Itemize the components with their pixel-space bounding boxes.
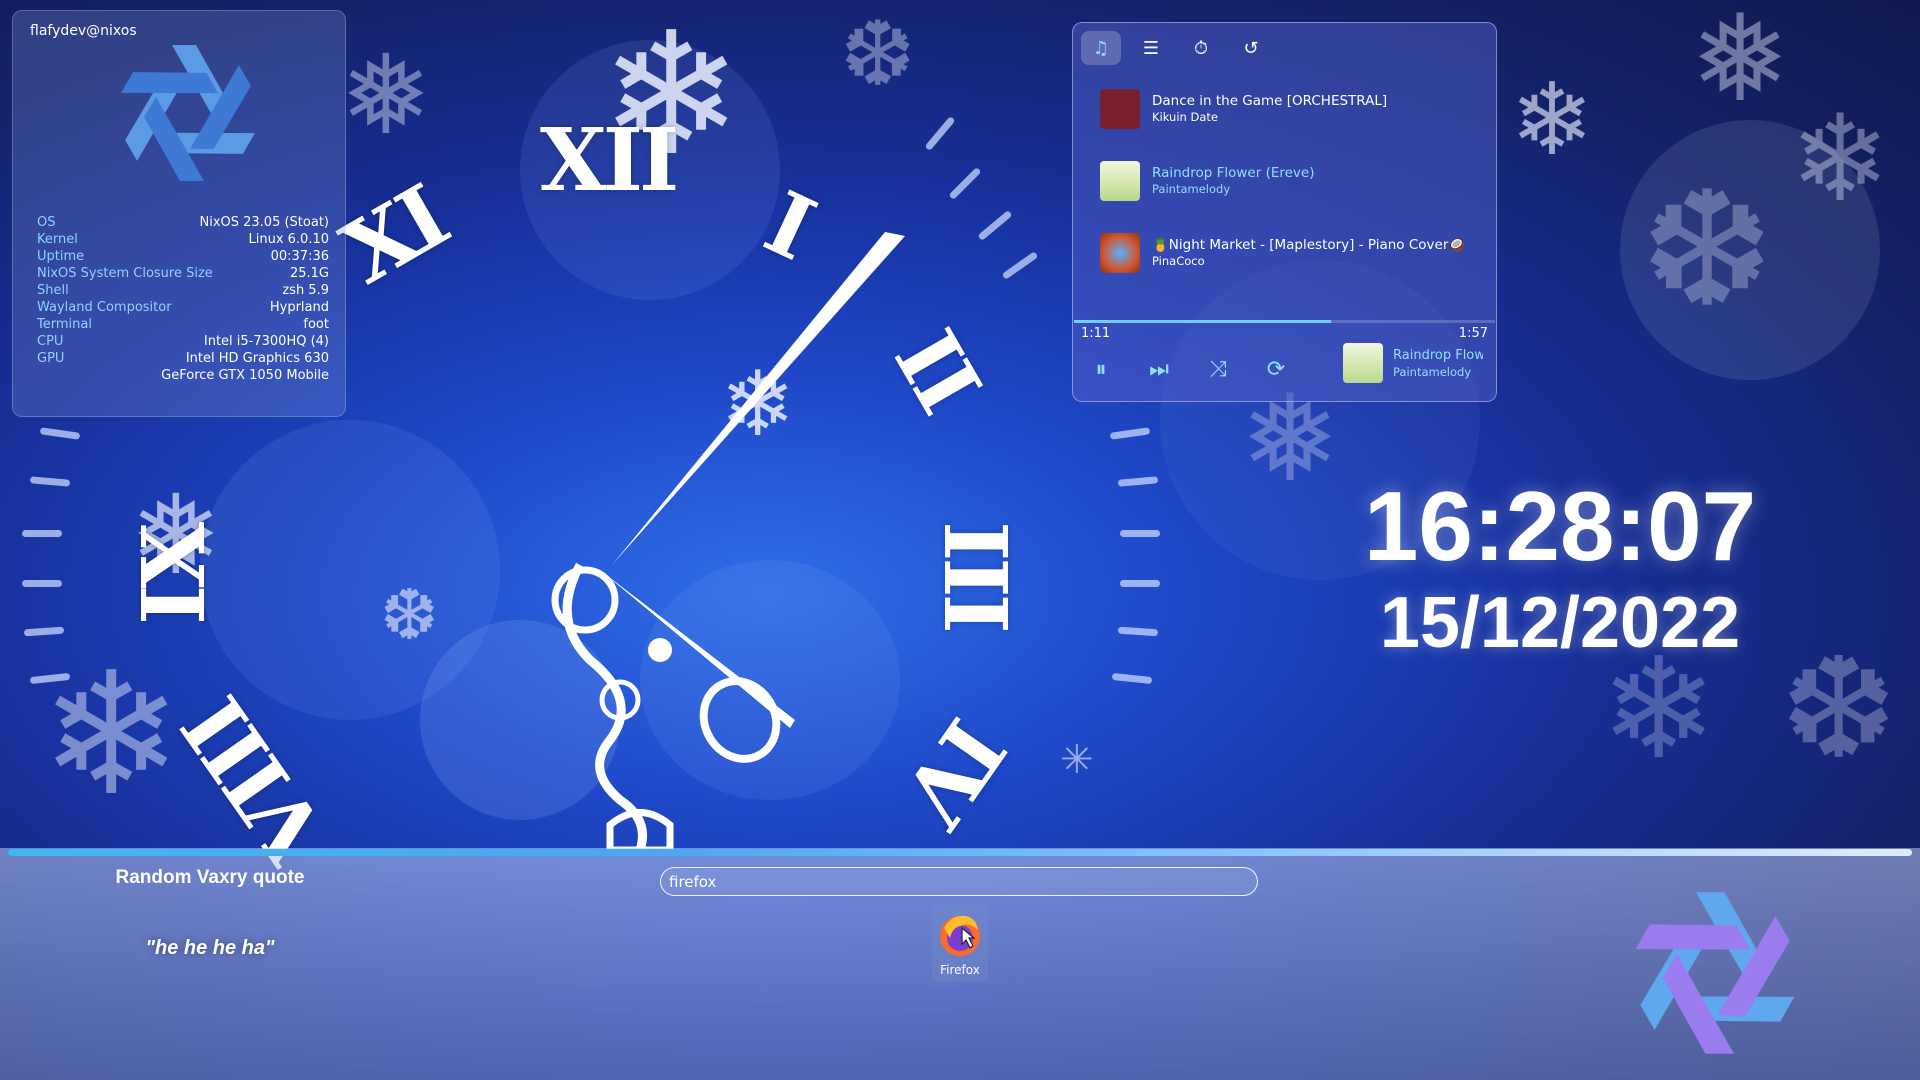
info-row-gpu: GPU Intel HD Graphics 630 xyxy=(37,351,329,368)
tab-history[interactable]: ↺ xyxy=(1231,31,1271,65)
desktop-clock-date: 15/12/2022 xyxy=(1379,583,1741,663)
info-value: zsh 5.9 xyxy=(282,283,329,298)
now-playing-artist: Paintamelody xyxy=(1393,365,1472,379)
firefox-icon xyxy=(940,915,980,956)
tab-queue[interactable]: ☰ xyxy=(1131,31,1171,65)
clock-numeral-xi: XI xyxy=(326,167,463,304)
track-title: 🍍Night Market - [Maplestory] - Piano Cov… xyxy=(1152,237,1466,253)
info-key: Wayland Compositor xyxy=(37,300,172,315)
launcher-accent-bar xyxy=(8,849,1912,856)
track-title: Dance in the Game [ORCHESTRAL] xyxy=(1152,93,1388,109)
clock-numeral-ix: IX xyxy=(123,526,225,625)
info-value: Hyprland xyxy=(269,300,329,315)
snowflake-icon: ❄ xyxy=(40,636,183,834)
playback-progress[interactable] xyxy=(1074,320,1495,323)
next-button[interactable]: ⏭ xyxy=(1139,351,1179,387)
snowflake-icon: ❆ xyxy=(380,574,439,656)
clock-numeral-ii: II xyxy=(874,313,999,428)
snowflake-icon: ❄ xyxy=(1510,61,1594,178)
pause-icon: ⏸ xyxy=(1095,356,1107,382)
clock-numeral-iv: IV xyxy=(884,700,1025,841)
info-row-terminal: Terminal foot xyxy=(37,317,329,334)
music-player: ♫ ☰ ⏱ ↺ Dance in the Game [ORCHESTRAL] K… xyxy=(1072,22,1497,402)
snowflake-icon: ❅ xyxy=(340,31,433,159)
quote-title: Random Vaxry quote xyxy=(115,867,305,888)
desktop-clock-time: 16:28:07 xyxy=(1363,471,1757,581)
pause-button[interactable]: ⏸ xyxy=(1081,351,1121,387)
shuffle-button[interactable]: ⤨ xyxy=(1198,351,1238,387)
app-entry-firefox[interactable]: Firefox xyxy=(932,906,988,982)
system-info-panel: flafydev@nixos OS NixOS 23.05 (Stoat) Ker… xyxy=(12,10,346,417)
player-tabs: ♫ ☰ ⏱ ↺ xyxy=(1081,31,1271,65)
info-key: Terminal xyxy=(37,317,92,332)
snowflake-icon: ❅ xyxy=(1690,0,1791,129)
snowflake-icon: ❆ xyxy=(1780,628,1898,791)
info-value: GeForce GTX 1050 Mobile xyxy=(161,368,329,383)
snowflake-icon: ✳ xyxy=(1060,737,1094,783)
info-value: foot xyxy=(303,317,329,332)
now-playing-art xyxy=(1343,343,1383,383)
track-artist: PinaCoco xyxy=(1152,254,1205,268)
track-title: Raindrop Flower (Ereve) xyxy=(1152,165,1315,181)
repeat-icon: ⟳ xyxy=(1266,356,1286,382)
timer-icon: ⏱ xyxy=(1193,37,1209,59)
nixos-logo-icon xyxy=(121,45,255,181)
track-artist: Kikuin Date xyxy=(1152,110,1218,124)
album-art xyxy=(1100,233,1140,273)
playlist-item[interactable]: 🍍Night Market - [Maplestory] - Piano Cov… xyxy=(1100,233,1480,277)
clock-numeral-iii: III xyxy=(923,521,1025,630)
app-label: Firefox xyxy=(940,963,980,977)
info-row-uptime: Uptime 00:37:36 xyxy=(37,249,329,266)
launcher-search-input[interactable] xyxy=(660,867,1258,896)
snowflake-icon: ❆ xyxy=(840,2,916,107)
info-row-shell: Shell zsh 5.9 xyxy=(37,283,329,300)
duration-time: 1:57 xyxy=(1458,326,1488,341)
info-row-cpu: CPU Intel i5-7300HQ (4) xyxy=(37,334,329,351)
tab-music[interactable]: ♫ xyxy=(1081,31,1121,65)
track-artist: Paintamelody xyxy=(1152,182,1231,196)
info-row-gpu-2: GeForce GTX 1050 Mobile xyxy=(37,368,329,385)
info-value: NixOS 23.05 (Stoat) xyxy=(199,215,329,230)
nixos-logo-icon xyxy=(1635,892,1795,1054)
info-row-closure-size: NixOS System Closure Size 25.1G xyxy=(37,266,329,283)
progress-fill xyxy=(1074,320,1331,323)
info-value: Linux 6.0.10 xyxy=(248,232,329,247)
info-key: Uptime xyxy=(37,249,85,264)
playlist-item-current[interactable]: Raindrop Flower (Ereve) Paintamelody xyxy=(1100,161,1480,205)
snowflake-icon: ❄ xyxy=(600,0,743,194)
info-row-compositor: Wayland Compositor Hyprland xyxy=(37,300,329,317)
info-key: OS xyxy=(37,215,56,230)
clock-numeral-xii: XII xyxy=(540,110,679,211)
info-key: Shell xyxy=(37,283,69,298)
clock-numeral-i: I xyxy=(750,172,826,279)
repeat-button[interactable]: ⟳ xyxy=(1256,351,1296,387)
info-value: Intel HD Graphics 630 xyxy=(185,351,329,366)
info-value: Intel i5-7300HQ (4) xyxy=(203,334,329,349)
skip-next-icon: ⏭ xyxy=(1149,356,1169,382)
snowflake-icon: ❅ xyxy=(130,471,223,599)
info-row-kernel: Kernel Linux 6.0.10 xyxy=(37,232,329,249)
info-key: NixOS System Closure Size xyxy=(37,266,213,281)
album-art xyxy=(1100,161,1140,201)
snowflake-icon: ❆ xyxy=(1640,156,1775,343)
elapsed-time: 1:11 xyxy=(1081,326,1111,341)
system-info-rows: OS NixOS 23.05 (Stoat) Kernel Linux 6.0.10… xyxy=(37,215,329,385)
info-key: GPU xyxy=(37,351,65,366)
now-playing-title: Raindrop Flower (Ereve) xyxy=(1393,348,1483,363)
history-icon: ↺ xyxy=(1243,37,1259,59)
info-value: 00:37:36 xyxy=(270,249,329,264)
info-key: Kernel xyxy=(37,232,78,247)
quote-text: "he he he ha" xyxy=(145,937,275,959)
info-value: 25.1G xyxy=(289,266,329,281)
snowflake-icon: ❄ xyxy=(720,352,796,457)
album-art xyxy=(1100,89,1140,129)
tab-timer[interactable]: ⏱ xyxy=(1181,31,1221,65)
snowflake-icon: ❄ xyxy=(1790,90,1891,229)
info-key: CPU xyxy=(37,334,64,349)
info-row-os: OS NixOS 23.05 (Stoat) xyxy=(37,215,329,232)
music-note-icon: ♫ xyxy=(1092,37,1110,59)
playlist-item[interactable]: Dance in the Game [ORCHESTRAL] Kikuin Da… xyxy=(1100,89,1480,133)
list-icon: ☰ xyxy=(1142,37,1160,59)
shuffle-icon: ⤨ xyxy=(1209,356,1227,382)
